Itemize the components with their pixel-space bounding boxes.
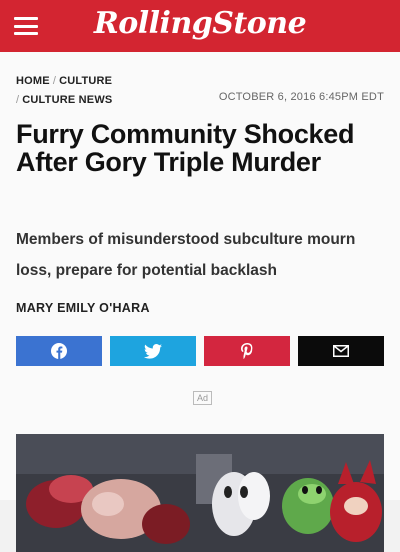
twitter-share-button[interactable] [110, 336, 196, 366]
breadcrumb-separator: / [52, 75, 57, 87]
breadcrumb-home[interactable]: HOME [16, 75, 50, 87]
pinterest-share-button[interactable] [204, 336, 290, 366]
ad-label: Ad [193, 391, 213, 405]
breadcrumb-culture-news[interactable]: CULTURE NEWS [22, 94, 112, 106]
email-share-button[interactable] [298, 336, 384, 366]
top-nav-bar: RollingStone [0, 0, 400, 52]
author-byline[interactable]: MARY EMILY O'HARA [16, 301, 150, 315]
pinterest-icon [241, 343, 253, 359]
article-headline: Furry Community Shocked After Gory Tripl… [16, 119, 355, 177]
article-page: HOME / CULTURE / CULTURE NEWS OCTOBER 6, 20… [0, 52, 400, 552]
facebook-icon [51, 343, 67, 359]
publish-date: OCTOBER 6, 2016 6:45PM EDT [218, 91, 384, 103]
furry-costumes-photo [16, 434, 384, 552]
breadcrumb-separator: / [16, 94, 20, 106]
article-subheadline: Members of misunderstood subculture mour… [16, 231, 356, 279]
article-hero-image [16, 434, 384, 552]
rolling-stone-logo[interactable]: RollingStone [0, 6, 400, 41]
facebook-share-button[interactable] [16, 336, 102, 366]
breadcrumb: HOME / CULTURE / CULTURE NEWS [16, 72, 112, 110]
twitter-icon [144, 343, 162, 359]
breadcrumb-culture[interactable]: CULTURE [59, 75, 112, 87]
email-icon [333, 345, 349, 357]
